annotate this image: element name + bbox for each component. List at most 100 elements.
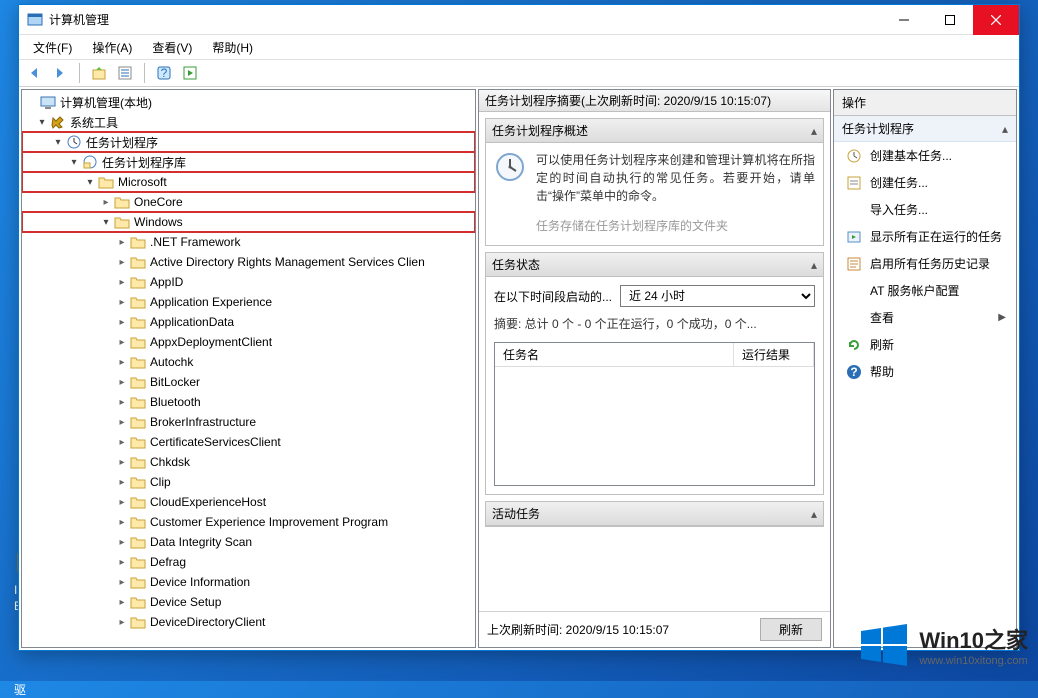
twist-icon[interactable] — [114, 617, 130, 628]
tree-item[interactable]: CloudExperienceHost — [22, 492, 475, 512]
tree-item[interactable]: Autochk — [22, 352, 475, 372]
help-button[interactable]: ? — [153, 62, 175, 84]
tree-systools[interactable]: 系统工具 — [22, 112, 475, 132]
forward-button[interactable] — [49, 62, 71, 84]
twist-icon[interactable] — [114, 337, 130, 348]
tree-item[interactable]: Defrag — [22, 552, 475, 572]
twist-icon[interactable] — [114, 517, 130, 528]
tree-item[interactable]: Device Setup — [22, 592, 475, 612]
twist-icon[interactable] — [114, 437, 130, 448]
twist-icon[interactable] — [114, 497, 130, 508]
close-button[interactable] — [973, 5, 1019, 35]
refresh-button[interactable]: 刷新 — [760, 618, 822, 641]
action-item[interactable]: 启用所有任务历史记录 — [834, 250, 1016, 277]
twist-icon[interactable] — [114, 397, 130, 408]
tree-pane[interactable]: 计算机管理(本地) 系统工具 任务计划程序 任务计划程序库 — [21, 89, 476, 648]
collapse-icon[interactable]: ▴ — [811, 507, 817, 521]
tree-item[interactable]: BrokerInfrastructure — [22, 412, 475, 432]
twist-icon[interactable] — [82, 177, 98, 188]
menu-help[interactable]: 帮助(H) — [202, 37, 263, 58]
up-button[interactable] — [88, 62, 110, 84]
col-name[interactable]: 任务名 — [495, 343, 734, 366]
twist-icon[interactable] — [114, 237, 130, 248]
watermark-url: www.win10xitong.com — [919, 655, 1028, 667]
folder-icon — [130, 595, 146, 609]
action-item[interactable]: 导入任务... — [834, 196, 1016, 223]
twist-icon[interactable] — [114, 557, 130, 568]
tree-item[interactable]: Chkdsk — [22, 452, 475, 472]
tree-item[interactable]: Customer Experience Improvement Program — [22, 512, 475, 532]
twist-icon[interactable] — [114, 417, 130, 428]
twist-icon[interactable] — [98, 217, 114, 228]
tree-item[interactable]: .NET Framework — [22, 232, 475, 252]
run-button[interactable] — [179, 62, 201, 84]
minimize-button[interactable] — [881, 5, 927, 35]
collapse-icon[interactable]: ▴ — [811, 124, 817, 138]
back-button[interactable] — [23, 62, 45, 84]
menu-action[interactable]: 操作(A) — [82, 37, 142, 58]
tree-item[interactable]: AppID — [22, 272, 475, 292]
tree-scheduler[interactable]: 任务计划程序 — [22, 132, 475, 152]
action-item[interactable]: AT 服务帐户配置 — [834, 277, 1016, 304]
tree-item[interactable]: BitLocker — [22, 372, 475, 392]
tree-item[interactable]: DeviceDirectoryClient — [22, 612, 475, 632]
collapse-icon[interactable]: ▴ — [811, 258, 817, 272]
actions-group-header[interactable]: 任务计划程序 ▴ — [834, 116, 1016, 142]
twist-icon[interactable] — [114, 357, 130, 368]
action-item[interactable]: 创建基本任务... — [834, 142, 1016, 169]
action-item[interactable]: ?帮助 — [834, 358, 1016, 385]
folder-icon — [130, 455, 146, 469]
tree-item[interactable]: Active Directory Rights Management Servi… — [22, 252, 475, 272]
status-header[interactable]: 任务状态 ▴ — [486, 253, 823, 277]
collapse-icon[interactable]: ▴ — [1002, 122, 1008, 136]
twist-icon[interactable] — [114, 457, 130, 468]
action-item[interactable]: 显示所有正在运行的任务 — [834, 223, 1016, 250]
menu-file[interactable]: 文件(F) — [23, 37, 82, 58]
twist-icon[interactable] — [114, 317, 130, 328]
action-item[interactable]: 创建任务... — [834, 169, 1016, 196]
tree-onecore[interactable]: OneCore — [22, 192, 475, 212]
twist-icon[interactable] — [34, 117, 50, 128]
tree-item[interactable]: AppxDeploymentClient — [22, 332, 475, 352]
twist-icon[interactable] — [50, 137, 66, 148]
action-label: 刷新 — [870, 336, 894, 353]
menu-view[interactable]: 查看(V) — [142, 37, 202, 58]
twist-icon[interactable] — [98, 197, 114, 208]
tree-item[interactable]: Data Integrity Scan — [22, 532, 475, 552]
twist-icon[interactable] — [114, 537, 130, 548]
folder-icon — [130, 535, 146, 549]
overview-header[interactable]: 任务计划程序概述 ▴ — [486, 119, 823, 143]
twist-icon[interactable] — [114, 377, 130, 388]
tree-item[interactable]: Bluetooth — [22, 392, 475, 412]
none-icon — [846, 202, 862, 218]
twist-icon[interactable] — [114, 477, 130, 488]
folder-icon — [130, 235, 146, 249]
tree-root[interactable]: 计算机管理(本地) — [22, 92, 475, 112]
twist-icon[interactable] — [114, 297, 130, 308]
tree-item[interactable]: ApplicationData — [22, 312, 475, 332]
task-grid[interactable]: 任务名 运行结果 — [494, 342, 815, 486]
maximize-button[interactable] — [927, 5, 973, 35]
twist-icon[interactable] — [114, 257, 130, 268]
twist-icon[interactable] — [114, 597, 130, 608]
twist-icon[interactable] — [66, 157, 82, 168]
tree-item[interactable]: Device Information — [22, 572, 475, 592]
twist-icon[interactable] — [114, 277, 130, 288]
titlebar[interactable]: 计算机管理 — [19, 5, 1019, 35]
folder-icon — [130, 295, 146, 309]
col-result[interactable]: 运行结果 — [734, 343, 814, 366]
tree-library[interactable]: 任务计划程序库 — [22, 152, 475, 172]
properties-button[interactable] — [114, 62, 136, 84]
twist-icon[interactable] — [114, 577, 130, 588]
action-item[interactable]: 查看▶ — [834, 304, 1016, 331]
tree-windows[interactable]: Windows — [22, 212, 475, 232]
time-range-combo[interactable]: 近 24 小时 — [620, 285, 815, 307]
tree-microsoft[interactable]: Microsoft — [22, 172, 475, 192]
watermark-title: Win10之家 — [919, 623, 1028, 655]
tree-item[interactable]: Clip — [22, 472, 475, 492]
action-item[interactable]: 刷新 — [834, 331, 1016, 358]
tree-item[interactable]: Application Experience — [22, 292, 475, 312]
action-label: 启用所有任务历史记录 — [870, 255, 990, 272]
tree-item[interactable]: CertificateServicesClient — [22, 432, 475, 452]
active-header[interactable]: 活动任务 ▴ — [486, 502, 823, 526]
